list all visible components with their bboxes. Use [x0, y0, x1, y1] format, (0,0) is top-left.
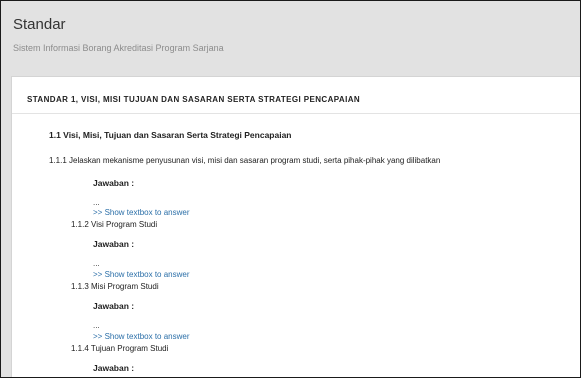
answer-label: Jawaban :: [93, 178, 135, 188]
answer-value: ...: [93, 198, 100, 207]
page-subtitle: Sistem Informasi Borang Akreditasi Progr…: [13, 43, 224, 53]
standard-heading: STANDAR 1, VISI, MISI TUJUAN DAN SASARAN…: [27, 95, 361, 104]
show-textbox-link[interactable]: >> Show textbox to answer: [93, 332, 190, 341]
answer-value: ...: [93, 259, 100, 268]
question-1-1-2: 1.1.2 Visi Program Studi: [71, 220, 158, 229]
app-window: Standar Sistem Informasi Borang Akredita…: [0, 0, 581, 378]
page-title: Standar: [13, 16, 66, 33]
answer-label: Jawaban :: [93, 363, 135, 373]
show-textbox-link[interactable]: >> Show textbox to answer: [93, 208, 190, 217]
section-title: 1.1 Visi, Misi, Tujuan dan Sasaran Serta…: [49, 130, 292, 140]
show-textbox-link[interactable]: >> Show textbox to answer: [93, 270, 190, 279]
answer-value: ...: [93, 321, 100, 330]
question-1-1-1: 1.1.1 Jelaskan mekanisme penyusunan visi…: [49, 156, 441, 165]
question-1-1-3: 1.1.3 Misi Program Studi: [71, 282, 159, 291]
answer-label: Jawaban :: [93, 239, 135, 249]
answer-label: Jawaban :: [93, 301, 135, 311]
question-1-1-4: 1.1.4 Tujuan Program Studi: [71, 344, 169, 353]
divider: [12, 113, 580, 114]
page-header: Standar Sistem Informasi Borang Akredita…: [1, 1, 580, 67]
standard-panel: STANDAR 1, VISI, MISI TUJUAN DAN SASARAN…: [11, 76, 580, 377]
